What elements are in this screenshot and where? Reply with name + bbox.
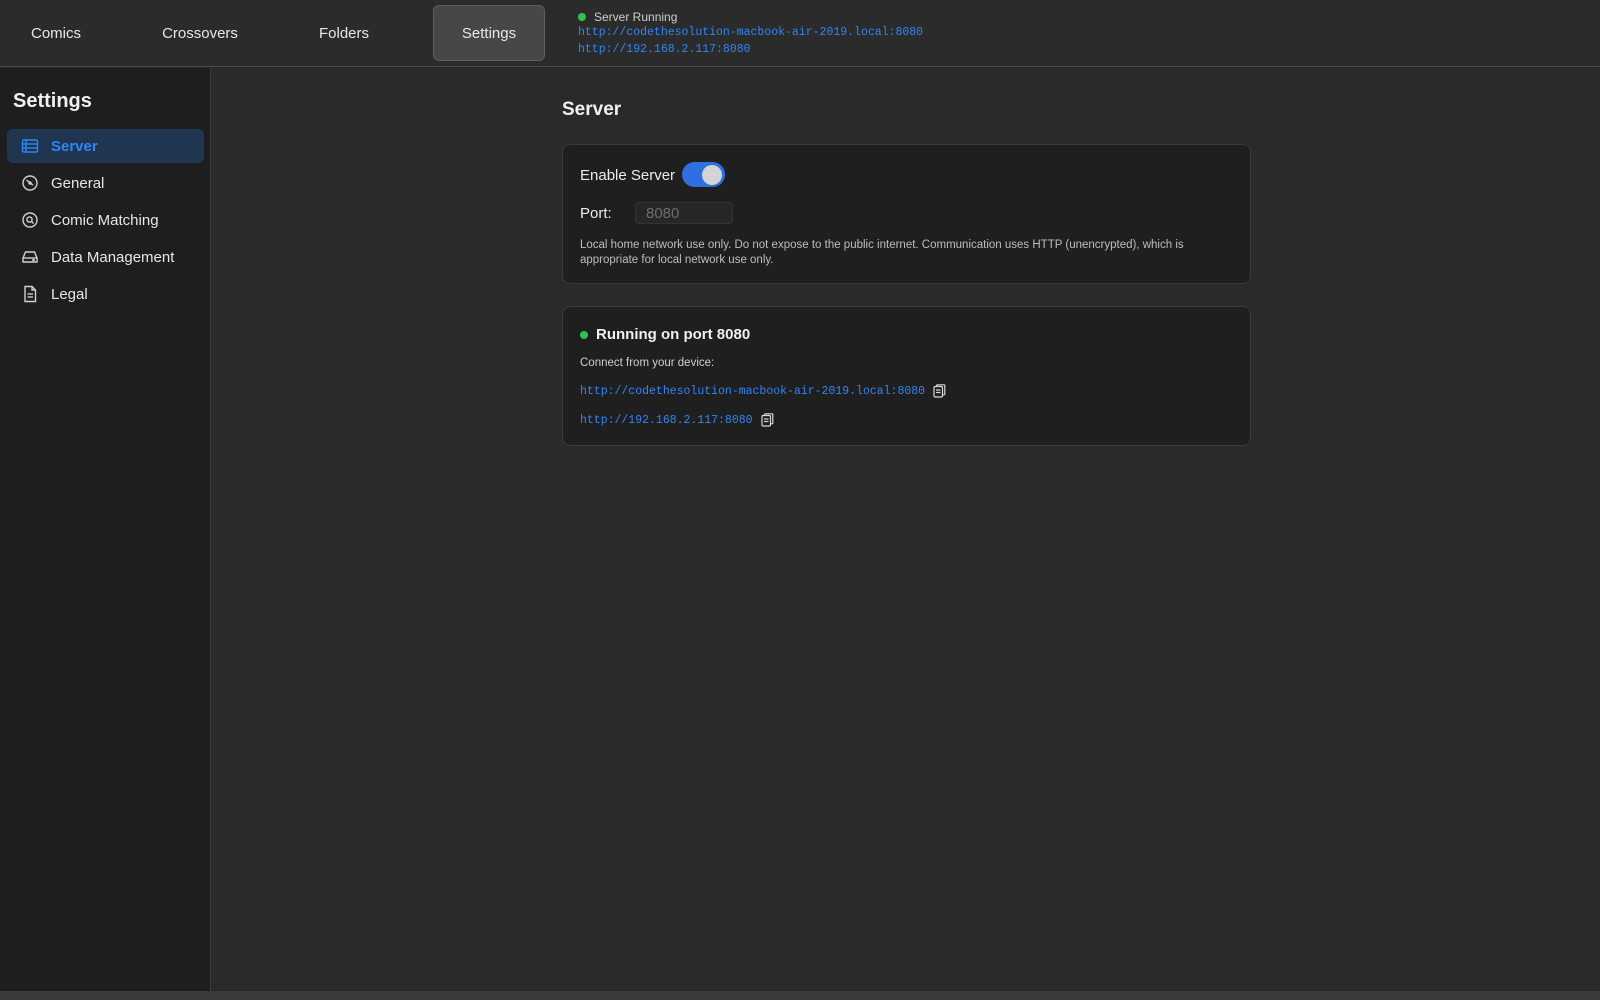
server-status-block: Server Running http://codethesolution-ma… <box>578 9 923 58</box>
sidebar-item-general[interactable]: General <box>7 166 204 200</box>
sidebar-item-label: Server <box>51 137 98 155</box>
settings-sidebar: Settings Server General Comic Matching D… <box>0 68 211 991</box>
enable-server-label: Enable Server <box>580 167 676 184</box>
ip-link-row: http://192.168.2.117:8080 <box>580 413 774 427</box>
sidebar-item-comic-matching[interactable]: Comic Matching <box>7 203 204 237</box>
tab-comics[interactable]: Comics <box>14 5 98 61</box>
sidebar-item-label: Legal <box>51 285 88 303</box>
window-bottom-edge <box>0 991 1600 1000</box>
port-label: Port: <box>580 205 612 222</box>
tab-folders[interactable]: Folders <box>300 5 388 61</box>
tab-crossovers[interactable]: Crossovers <box>144 5 256 61</box>
magnify-icon <box>21 211 39 229</box>
tab-settings[interactable]: Settings <box>433 5 545 61</box>
status-dot-icon <box>578 12 586 21</box>
network-warning-text: Local home network use only. Do not expo… <box>580 239 1184 266</box>
hostname-link[interactable]: http://codethesolution-macbook-air-2019.… <box>580 385 925 398</box>
hostname-link-row: http://codethesolution-macbook-air-2019.… <box>580 384 946 398</box>
sidebar-item-data-management[interactable]: Data Management <box>7 240 204 274</box>
server-status-text: Server Running <box>594 9 678 24</box>
sidebar-item-label: General <box>51 174 105 192</box>
sidebar-item-label: Comic Matching <box>51 211 159 229</box>
server-config-card: Enable Server Port: Local home network u… <box>562 144 1251 284</box>
enable-server-toggle[interactable] <box>682 162 725 187</box>
sidebar-item-server[interactable]: Server <box>7 129 204 163</box>
gauge-icon <box>21 174 39 192</box>
server-icon <box>21 137 39 155</box>
connect-instructions: Connect from your device: <box>580 357 715 369</box>
sidebar-title: Settings <box>13 90 92 112</box>
top-navigation-bar: Comics Crossovers Folders Settings Serve… <box>0 0 1600 67</box>
page-title: Server <box>562 99 622 120</box>
port-input[interactable] <box>635 202 733 224</box>
running-status-text: Running on port 8080 <box>596 326 751 343</box>
ip-link[interactable]: http://192.168.2.117:8080 <box>580 414 753 427</box>
copy-icon[interactable] <box>933 384 946 398</box>
toggle-knob <box>702 164 722 185</box>
drive-icon <box>21 248 39 266</box>
sidebar-item-label: Data Management <box>51 248 175 266</box>
server-status: Server Running <box>578 9 923 24</box>
top-hostname-link[interactable]: http://codethesolution-macbook-air-2019.… <box>578 24 923 41</box>
sidebar-item-legal[interactable]: Legal <box>7 277 204 311</box>
copy-icon[interactable] <box>760 413 774 427</box>
document-icon <box>21 285 39 303</box>
running-status: Running on port 8080 <box>580 326 750 343</box>
server-status-card: Running on port 8080 Connect from your d… <box>562 306 1251 446</box>
top-ip-link[interactable]: http://192.168.2.117:8080 <box>578 41 923 58</box>
status-dot-icon <box>580 330 588 339</box>
